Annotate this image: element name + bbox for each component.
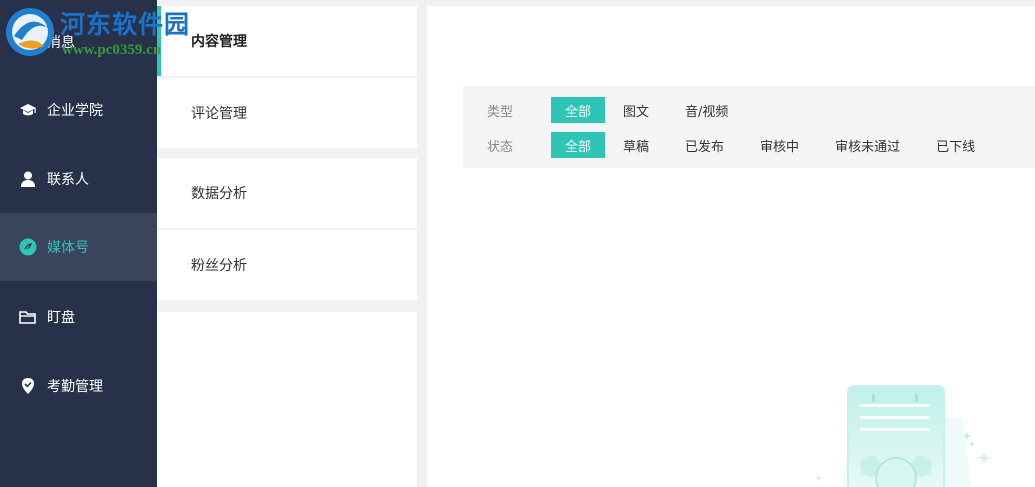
filter-status-draft[interactable]: 草稿	[609, 132, 663, 158]
submenu: 内容管理 评论管理 数据分析 粉丝分析	[157, 6, 417, 487]
filter-panel: 类型 全部 图文 音/视频 状态 全部 草稿 已发布 审核中 审核未通过 已下线	[463, 86, 1035, 168]
sidebar-item-label: 企业学院	[47, 103, 103, 119]
sidebar-item-contacts[interactable]: 联系人	[0, 145, 157, 213]
sidebar-item-label: 盯盘	[47, 310, 75, 326]
submenu-item-content[interactable]: 内容管理	[157, 6, 417, 76]
filter-type-audio-video[interactable]: 音/视频	[671, 97, 742, 123]
filter-type-all[interactable]: 全部	[551, 97, 606, 123]
person-icon	[18, 169, 38, 189]
submenu-item-label: 内容管理	[191, 34, 247, 50]
sidebar-item-messages[interactable]: 消息	[0, 8, 157, 76]
filter-status-all[interactable]: 全部	[551, 132, 606, 158]
sidebar-item-academy[interactable]: 企业学院	[0, 76, 157, 144]
leaf-icon	[18, 237, 38, 257]
filter-row-status: 状态 全部 草稿 已发布 审核中 审核未通过 已下线	[463, 132, 993, 158]
submenu-item-comments[interactable]: 评论管理	[157, 78, 417, 148]
filter-status-published[interactable]: 已发布	[671, 132, 738, 158]
submenu-empty-block	[157, 312, 417, 487]
submenu-item-label: 数据分析	[191, 186, 247, 202]
sidebar-item-watch[interactable]: 盯盘	[0, 283, 157, 351]
submenu-item-label: 评论管理	[191, 106, 247, 122]
sidebar-item-label: 媒体号	[47, 240, 89, 256]
filter-status-reviewing[interactable]: 审核中	[746, 132, 813, 158]
filter-row-type: 类型 全部 图文 音/视频	[463, 97, 746, 123]
sidebar-item-label: 联系人	[47, 172, 89, 188]
empty-clipboard-clock-illustration	[816, 385, 988, 487]
main-sidebar: 消息 企业学院 联系人 媒体号 盯盘 考勤管理	[0, 0, 157, 487]
submenu-item-label: 粉丝分析	[191, 258, 247, 274]
folder-icon	[18, 307, 38, 327]
filter-label-status: 状态	[487, 139, 514, 155]
submenu-item-fan-analysis[interactable]: 粉丝分析	[157, 230, 417, 300]
filter-status-offline[interactable]: 已下线	[922, 132, 989, 158]
filter-label-type: 类型	[487, 104, 514, 120]
sidebar-item-label: 消息	[47, 35, 75, 51]
filter-status-rejected[interactable]: 审核未通过	[821, 132, 914, 158]
sidebar-item-label: 考勤管理	[47, 379, 103, 395]
sidebar-item-media[interactable]: 媒体号	[0, 213, 157, 281]
submenu-item-data-analysis[interactable]: 数据分析	[157, 158, 417, 228]
main-content: 类型 全部 图文 音/视频 状态 全部 草稿 已发布 审核中 审核未通过 已下线	[427, 6, 1035, 487]
location-check-icon	[18, 376, 38, 396]
filter-type-article[interactable]: 图文	[609, 97, 663, 123]
sidebar-item-attendance[interactable]: 考勤管理	[0, 352, 157, 420]
message-icon	[18, 32, 38, 52]
graduation-cap-icon	[18, 100, 38, 120]
